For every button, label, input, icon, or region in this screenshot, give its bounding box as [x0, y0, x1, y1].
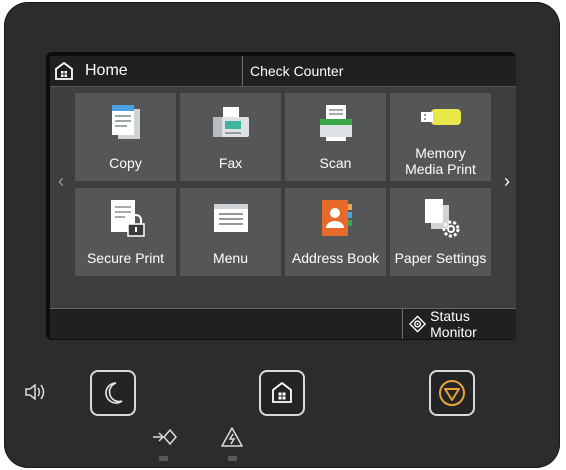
tile-label: Secure Print — [86, 250, 165, 266]
copy-icon — [111, 105, 140, 139]
error-warning-icon — [221, 427, 243, 447]
tile-label: Address Book — [291, 250, 380, 266]
menu-icon — [213, 204, 248, 232]
tile-copy[interactable]: Copy — [75, 93, 176, 181]
tile-label: Menu — [212, 250, 249, 266]
home-menu-grid: ‹ › Copy Fax Scan Memory Media Print Sec… — [50, 87, 517, 327]
status-monitor-button[interactable]: Status Monitor — [402, 308, 516, 340]
tile-memory-media-print[interactable]: Memory Media Print — [390, 93, 491, 181]
tile-label: Scan — [319, 155, 352, 171]
next-page-arrow-icon[interactable]: › — [497, 171, 517, 192]
paper-settings-icon — [424, 199, 459, 238]
tile-label: Paper Settings — [394, 250, 487, 266]
check-counter-button[interactable]: Check Counter — [244, 56, 516, 86]
fax-icon — [212, 107, 249, 137]
address-book-icon — [321, 200, 352, 236]
tile-label-line2: Media Print — [405, 161, 476, 177]
memory-media-icon — [420, 109, 461, 125]
error-indicator-led — [228, 456, 237, 461]
tile-address-book[interactable]: Address Book — [285, 188, 386, 276]
data-indicator-icon — [153, 428, 177, 446]
home-label: Home — [85, 62, 128, 79]
top-bar: Home Check Counter — [50, 56, 516, 87]
tile-label-line1: Memory — [415, 145, 466, 161]
secure-print-icon — [110, 200, 145, 237]
tile-paper-settings[interactable]: Paper Settings — [390, 188, 491, 276]
tile-scan[interactable]: Scan — [285, 93, 386, 181]
status-monitor-label: Status Monitor — [430, 308, 477, 340]
status-monitor-icon — [409, 315, 427, 333]
stop-icon — [439, 380, 465, 406]
volume-icon[interactable] — [24, 382, 48, 402]
tile-label: Fax — [218, 155, 243, 171]
bottom-bar: Status Monitor — [50, 308, 516, 340]
tile-menu[interactable]: Menu — [180, 188, 281, 276]
energy-saver-button[interactable] — [90, 370, 136, 416]
moon-icon — [105, 382, 123, 404]
stop-button[interactable] — [429, 370, 475, 416]
home-hardware-button[interactable] — [259, 370, 305, 416]
data-indicator-led — [159, 456, 168, 461]
home-icon — [55, 61, 73, 80]
tile-fax[interactable]: Fax — [180, 93, 281, 181]
tile-secure-print[interactable]: Secure Print — [75, 188, 176, 276]
tile-label: Copy — [109, 155, 142, 171]
touch-screen: Home Check Counter ‹ › Copy Fax Scan Mem… — [50, 56, 517, 340]
tile-label-wrap: Memory Media Print — [390, 145, 491, 177]
scan-icon — [319, 105, 352, 141]
prev-page-arrow-icon[interactable]: ‹ — [51, 171, 71, 192]
home-icon — [272, 381, 292, 403]
home-tab[interactable]: Home — [50, 56, 243, 86]
